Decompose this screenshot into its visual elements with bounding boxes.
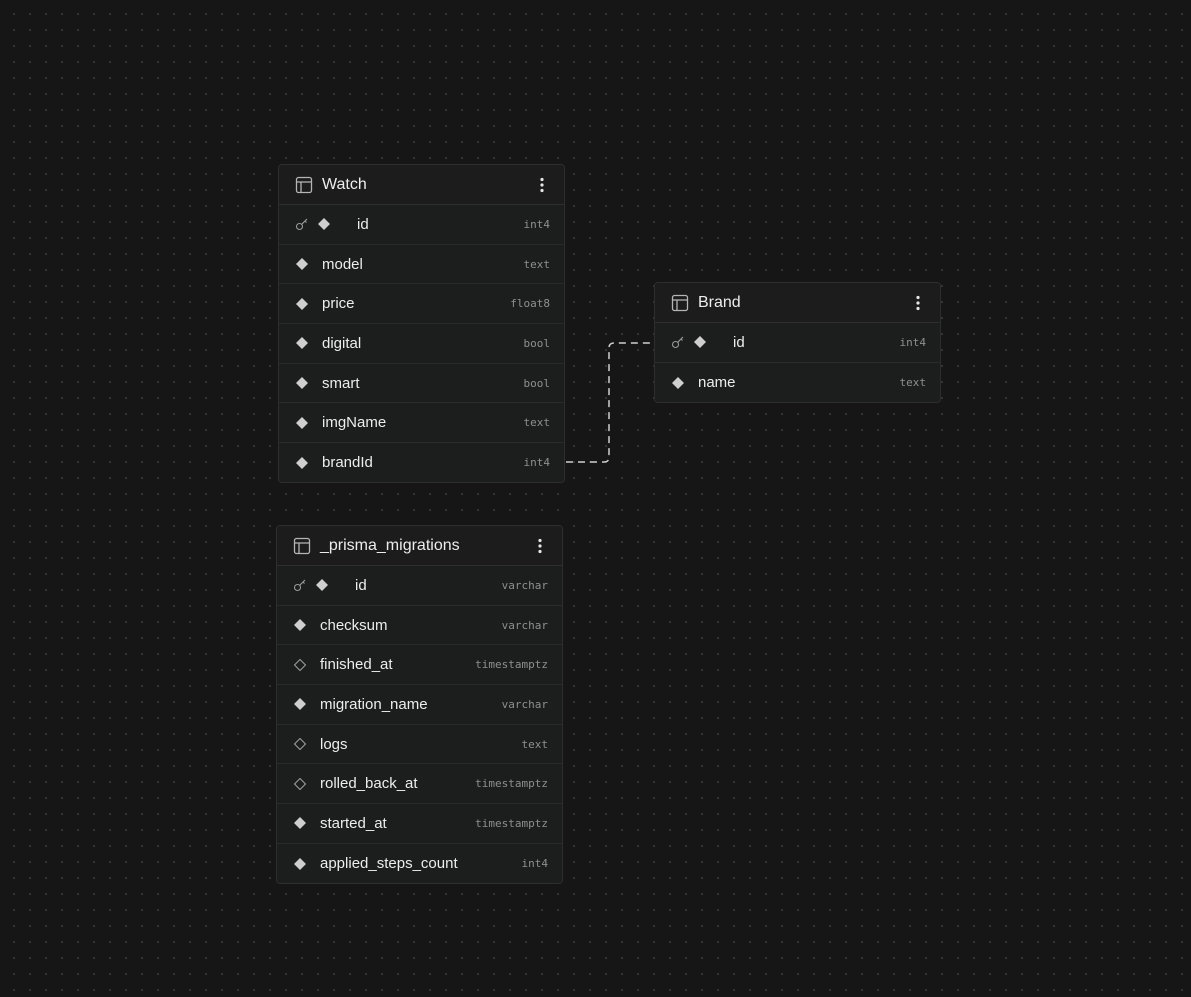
column-name: applied_steps_count (320, 855, 458, 873)
column-type: timestamptz (475, 777, 548, 791)
column-name: id (355, 576, 367, 594)
column-list: id int4 model text price float8 digital bool sma… (279, 205, 564, 482)
diamond-filled-icon (295, 456, 309, 470)
diamond-filled-icon (671, 376, 685, 390)
column-name: id (357, 215, 369, 233)
column-row-finished-at[interactable]: finished_at timestamptz (277, 645, 562, 686)
relation-edges (566, 342, 655, 463)
more-vertical-icon (916, 295, 920, 310)
column-name: logs (320, 735, 348, 753)
table-menu-button[interactable] (910, 293, 926, 313)
column-type: float8 (510, 297, 550, 311)
table-icon (293, 537, 311, 555)
column-name: rolled_back_at (320, 775, 418, 793)
relation-edge-watch-brandid-to-brand-id (566, 342, 655, 463)
diamond-filled-icon (317, 217, 331, 231)
column-type: varchar (501, 578, 548, 592)
column-row-id[interactable]: id int4 (279, 205, 564, 245)
diamond-filled-icon (293, 697, 307, 711)
column-type: int4 (523, 456, 551, 470)
table-header[interactable]: Watch (279, 165, 564, 205)
more-vertical-icon (540, 177, 544, 192)
diamond-filled-icon (315, 578, 329, 592)
table-node-prisma-migrations[interactable]: _prisma_migrations id varchar checksum varc… (276, 525, 563, 884)
diamond-outline-icon (293, 737, 307, 751)
column-type: int4 (523, 217, 551, 231)
column-row-name[interactable]: name text (655, 362, 940, 402)
column-name: name (698, 374, 736, 392)
column-row-model[interactable]: model text (279, 244, 564, 285)
column-row-rolled-back-at[interactable]: rolled_back_at timestamptz (277, 764, 562, 805)
key-icon (671, 335, 685, 349)
schema-canvas[interactable]: Watch id int4 model text price float8 digital b… (0, 0, 1191, 997)
column-type: varchar (501, 697, 548, 711)
column-name: started_at (320, 814, 387, 832)
column-row-id[interactable]: id int4 (655, 323, 940, 363)
table-menu-button[interactable] (532, 536, 548, 556)
diamond-filled-icon (295, 257, 309, 271)
table-header[interactable]: Brand (655, 283, 940, 323)
diamond-outline-icon (293, 777, 307, 791)
column-type: int4 (899, 335, 927, 349)
column-type: timestamptz (475, 816, 548, 830)
column-type: varchar (501, 618, 548, 632)
column-name: smart (322, 374, 360, 392)
table-icon (671, 294, 689, 312)
column-name: finished_at (320, 656, 393, 674)
diamond-filled-icon (295, 336, 309, 350)
diamond-filled-icon (293, 618, 307, 632)
column-row-smart[interactable]: smart bool (279, 363, 564, 404)
diamond-filled-icon (293, 816, 307, 830)
diamond-outline-icon (293, 658, 307, 672)
column-type: text (521, 737, 549, 751)
column-row-logs[interactable]: logs text (277, 724, 562, 765)
column-row-applied-steps-count[interactable]: applied_steps_count int4 (277, 843, 562, 883)
column-type: bool (523, 336, 551, 350)
table-name: Watch (322, 175, 367, 193)
column-name: brandId (322, 454, 373, 472)
column-row-brandid[interactable]: brandId int4 (279, 443, 564, 482)
diamond-filled-icon (293, 857, 307, 871)
column-row-migration-name[interactable]: migration_name varchar (277, 685, 562, 725)
column-list: id varchar checksum varchar finished_at times… (277, 566, 562, 883)
column-row-price[interactable]: price float8 (279, 284, 564, 325)
column-type: bool (523, 376, 551, 390)
column-type: text (523, 416, 551, 430)
column-row-id[interactable]: id varchar (277, 566, 562, 606)
column-name: imgName (322, 414, 387, 432)
key-icon (293, 578, 307, 592)
table-menu-button[interactable] (534, 175, 550, 195)
diamond-filled-icon (693, 335, 707, 349)
column-name: digital (322, 334, 362, 352)
key-icon (295, 217, 309, 231)
column-type: text (899, 376, 927, 390)
column-list: id int4 name text (655, 323, 940, 402)
more-vertical-icon (538, 538, 542, 553)
table-name: Brand (698, 293, 741, 311)
column-name: migration_name (320, 695, 428, 713)
column-name: id (733, 333, 745, 351)
diamond-filled-icon (295, 416, 309, 430)
table-name: _prisma_migrations (320, 536, 460, 554)
column-type: int4 (521, 857, 549, 871)
column-row-imgname[interactable]: imgName text (279, 403, 564, 444)
column-name: checksum (320, 616, 388, 634)
column-type: timestamptz (475, 658, 548, 672)
table-icon (295, 176, 313, 194)
column-name: price (322, 295, 355, 313)
column-row-checksum[interactable]: checksum varchar (277, 605, 562, 646)
table-header[interactable]: _prisma_migrations (277, 526, 562, 566)
diamond-filled-icon (295, 297, 309, 311)
column-type: text (523, 257, 551, 271)
table-node-brand[interactable]: Brand id int4 name text (654, 282, 941, 403)
column-row-started-at[interactable]: started_at timestamptz (277, 804, 562, 844)
table-node-watch[interactable]: Watch id int4 model text price float8 digital b… (278, 164, 565, 483)
column-row-digital[interactable]: digital bool (279, 324, 564, 364)
diamond-filled-icon (295, 376, 309, 390)
column-name: model (322, 255, 363, 273)
